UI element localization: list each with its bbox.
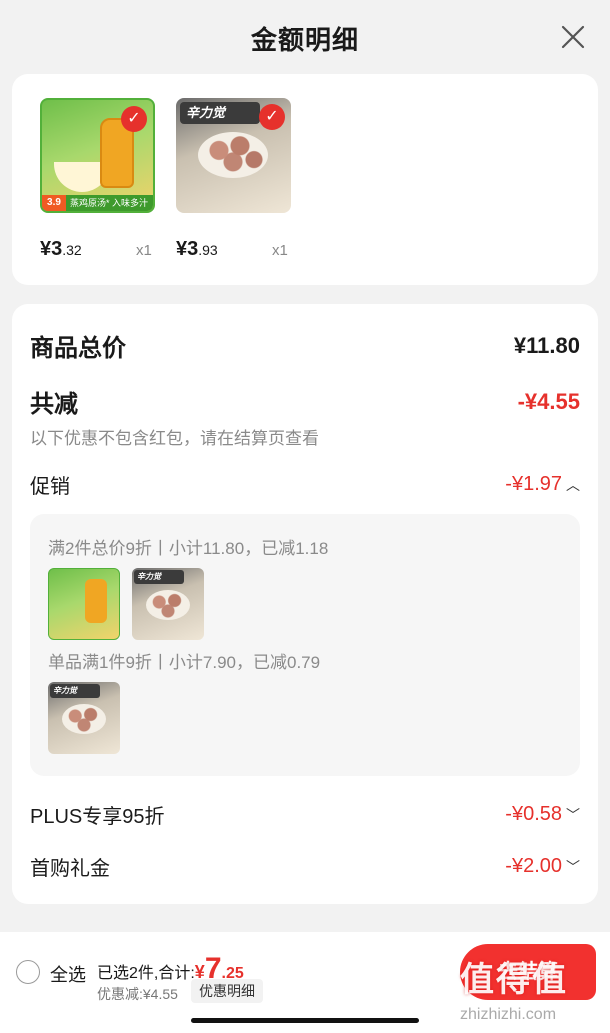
price-detail-card: 商品总价 ¥11.80 共减 -¥4.55 以下优惠不包含红包，请在结算页查看 … bbox=[12, 304, 598, 904]
meatball-graphic bbox=[62, 704, 106, 734]
product-item[interactable]: 辛力觉 ✓ ¥3.93 x1 bbox=[176, 98, 291, 260]
check-icon[interactable]: ✓ bbox=[121, 106, 147, 132]
promo-row[interactable]: 促销 -¥1.97 ︿ bbox=[30, 470, 580, 499]
close-icon[interactable] bbox=[560, 24, 586, 50]
product-quantity: x1 bbox=[136, 242, 152, 259]
plus-discount-value: -¥0.58 bbox=[505, 803, 562, 825]
brand-banner: 辛力觉 bbox=[180, 102, 260, 124]
select-all-label[interactable]: 全选 bbox=[50, 961, 86, 987]
reduction-label: 共减 bbox=[30, 391, 78, 418]
modal-header: 金额明细 bbox=[0, 0, 610, 76]
soup-product-thumbnail[interactable] bbox=[48, 568, 120, 640]
product-price: ¥3.93 bbox=[176, 238, 218, 260]
promo-rule-2: 单品满1件9折丨小计7.90，已减0.79 bbox=[48, 653, 321, 672]
subtotal-value: ¥11.80 bbox=[513, 332, 580, 358]
product-quantity: x1 bbox=[272, 242, 288, 259]
first-order-gift-label: 首购礼金 bbox=[30, 858, 110, 880]
meatball-graphic bbox=[146, 590, 190, 620]
selected-count-text: 已选2件,合计: bbox=[97, 965, 195, 982]
discount-detail-button[interactable]: 优惠明细 bbox=[191, 979, 263, 1003]
meatball-product-thumbnail[interactable]: 辛力觉 bbox=[48, 682, 120, 754]
subtotal-label: 商品总价 bbox=[30, 335, 126, 362]
brand-banner: 辛力觉 bbox=[50, 684, 100, 698]
home-indicator[interactable] bbox=[191, 1018, 419, 1023]
promo-detail-box: 满2件总价9折丨小计11.80，已减1.18 辛力觉 单品满1件9折丨小计7.9… bbox=[30, 514, 580, 776]
chevron-down-icon[interactable]: ﹀ bbox=[566, 807, 580, 823]
chevron-up-icon[interactable]: ︿ bbox=[566, 477, 580, 493]
first-order-gift-row[interactable]: 首购礼金 -¥2.00 ﹀ bbox=[30, 852, 580, 881]
plus-discount-label: PLUS专享95折 bbox=[30, 806, 165, 828]
selected-products-card: 蒸鸡原汤* 入味多汁 3.9 ✓ ¥3.32 x1 辛力觉 ✓ ¥3.93 x1 bbox=[12, 74, 598, 285]
brand-banner: 辛力觉 bbox=[134, 570, 184, 584]
promo-value: -¥1.97 bbox=[505, 473, 562, 495]
discount-note: 以下优惠不包含红包，请在结算页查看 bbox=[30, 429, 319, 448]
meatball-product-image[interactable]: 辛力觉 ✓ bbox=[176, 98, 291, 213]
promo-label: 促销 bbox=[30, 476, 70, 498]
check-icon[interactable]: ✓ bbox=[259, 104, 285, 130]
soup-product-image[interactable]: 蒸鸡原汤* 入味多汁 3.9 ✓ bbox=[40, 98, 155, 213]
product-price-tag: 3.9 bbox=[42, 195, 66, 211]
promo-rule-1: 满2件总价9折丨小计11.80，已减1.18 bbox=[48, 539, 329, 558]
bottle-graphic bbox=[85, 579, 107, 623]
discount-total-text: 优惠减:¥4.55 bbox=[97, 986, 178, 1002]
watermark-url: zhizhizhi.com bbox=[460, 1006, 557, 1023]
page-title: 金额明细 bbox=[250, 24, 359, 55]
meatball-product-thumbnail[interactable]: 辛力觉 bbox=[132, 568, 204, 640]
first-order-gift-value: -¥2.00 bbox=[505, 855, 562, 877]
meatball-graphic bbox=[198, 132, 268, 178]
watermark-logo: 值得值 bbox=[460, 961, 568, 999]
subtotal-row: 商品总价 ¥11.80 bbox=[30, 328, 580, 363]
plus-discount-row[interactable]: PLUS专享95折 -¥0.58 ﹀ bbox=[30, 800, 580, 829]
reduction-row: 共减 -¥4.55 bbox=[30, 384, 580, 419]
chevron-down-icon[interactable]: ﹀ bbox=[566, 859, 580, 875]
product-item[interactable]: 蒸鸡原汤* 入味多汁 3.9 ✓ ¥3.32 x1 bbox=[40, 98, 155, 260]
select-all-radio[interactable] bbox=[16, 960, 40, 984]
product-price: ¥3.32 bbox=[40, 238, 82, 260]
reduction-value: -¥4.55 bbox=[517, 388, 580, 414]
